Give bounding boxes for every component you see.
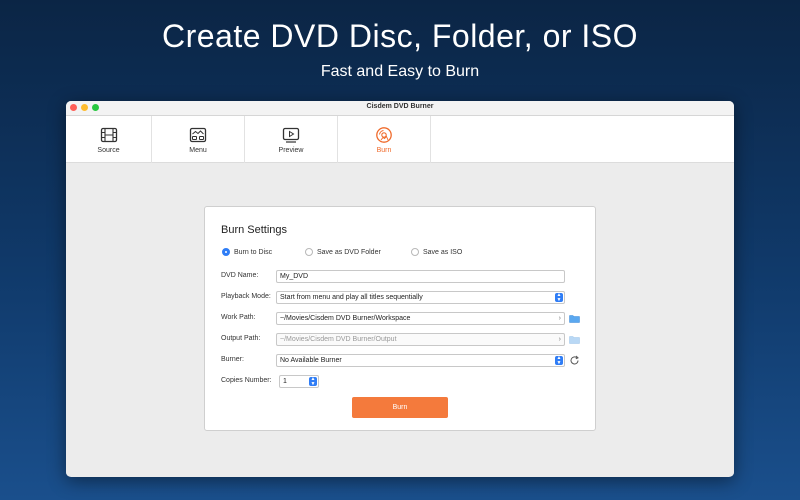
hero-subtitle: Fast and Easy to Burn — [320, 63, 480, 80]
dvd-name-label: DVD Name: — [221, 272, 259, 279]
menu-layout-icon — [189, 127, 207, 142]
burner-label: Burner: — [221, 356, 244, 363]
burner-row: Burner: No Available Burner ▲ ▼ — [221, 354, 581, 367]
tab-label: Burn — [376, 146, 392, 154]
dvd-name-input[interactable]: My_DVD — [276, 270, 565, 283]
tab-burn[interactable]: Burn — [338, 116, 431, 163]
playback-mode-row: Playback Mode: Start from menu and play … — [221, 291, 581, 304]
main-content: Burn Settings Burn to Disc Save as DVD F… — [66, 163, 734, 476]
chevron-right-icon: › — [558, 336, 561, 343]
refresh-icon[interactable] — [569, 355, 580, 366]
radio-label: Burn to Disc — [234, 248, 273, 256]
burn-settings-panel: Burn Settings Burn to Disc Save as DVD F… — [204, 206, 596, 431]
app-window: Cisdem DVD Burner Source Menu Preview Bu… — [66, 101, 734, 477]
radio-burn-to-disc[interactable]: Burn to Disc — [222, 248, 272, 256]
film-icon — [100, 127, 117, 142]
play-icon — [282, 127, 300, 143]
output-type-group: Burn to Disc Save as DVD Folder Save as … — [222, 248, 582, 260]
radio-save-as-iso[interactable]: Save as ISO — [411, 248, 462, 256]
hero-title: Create DVD Disc, Folder, or ISO — [161, 18, 639, 54]
tab-label: Menu — [189, 146, 207, 154]
work-path-value: ~/Movies/Cisdem DVD Burner/Workspace — [280, 315, 411, 322]
output-path-row: Output Path: ~/Movies/Cisdem DVD Burner/… — [221, 333, 581, 346]
tab-source[interactable]: Source — [66, 116, 152, 163]
playback-mode-value: Start from menu and play all titles sequ… — [280, 294, 423, 301]
chevron-right-icon: › — [558, 315, 561, 322]
dvd-name-row: DVD Name: My_DVD — [221, 270, 581, 283]
copies-label: Copies Number: — [221, 377, 272, 384]
work-path-row: Work Path: ~/Movies/Cisdem DVD Burner/Wo… — [221, 312, 581, 325]
radio-selected-indicator — [222, 248, 230, 256]
tab-menu[interactable]: Menu — [152, 116, 245, 163]
work-path-label: Work Path: — [221, 314, 256, 321]
stepper-arrows-icon[interactable]: ▲ ▼ — [309, 377, 317, 386]
radio-label: Save as DVD Folder — [317, 248, 381, 256]
radio-label: Save as ISO — [423, 248, 463, 256]
playback-mode-select[interactable]: Start from menu and play all titles sequ… — [276, 291, 565, 304]
disc-icon — [376, 126, 392, 143]
burner-value: No Available Burner — [280, 357, 342, 364]
radio-save-as-dvd-folder[interactable]: Save as DVD Folder — [305, 248, 381, 256]
output-path-field: ~/Movies/Cisdem DVD Burner/Output › — [276, 333, 565, 346]
tab-label: Source — [97, 146, 120, 154]
copies-row: Copies Number: 1 ▲ ▼ — [221, 375, 581, 388]
folder-icon — [569, 336, 580, 344]
output-path-value: ~/Movies/Cisdem DVD Burner/Output — [280, 336, 397, 343]
copies-stepper[interactable]: 1 ▲ ▼ — [279, 375, 319, 388]
window-title: Cisdem DVD Burner — [366, 103, 434, 110]
tab-label: Preview — [278, 146, 304, 154]
playback-mode-label: Playback Mode: — [221, 293, 271, 300]
radio-indicator — [305, 248, 313, 256]
panel-title: Burn Settings — [221, 224, 288, 236]
dvd-name-value: My_DVD — [280, 273, 309, 280]
select-stepper-icon: ▲ ▼ — [555, 355, 563, 366]
select-stepper-icon: ▲ ▼ — [555, 292, 563, 303]
burn-button[interactable]: Burn — [352, 397, 448, 418]
radio-indicator — [411, 248, 419, 256]
output-path-label: Output Path: — [221, 335, 261, 342]
work-path-field[interactable]: ~/Movies/Cisdem DVD Burner/Workspace › — [276, 312, 565, 325]
toolbar: Source Menu Preview Burn — [66, 116, 734, 163]
copies-value: 1 — [283, 378, 287, 385]
tab-preview[interactable]: Preview — [245, 116, 338, 163]
title-bar: Cisdem DVD Burner — [66, 101, 734, 116]
folder-icon[interactable] — [569, 313, 580, 324]
burner-select[interactable]: No Available Burner ▲ ▼ — [276, 354, 565, 367]
